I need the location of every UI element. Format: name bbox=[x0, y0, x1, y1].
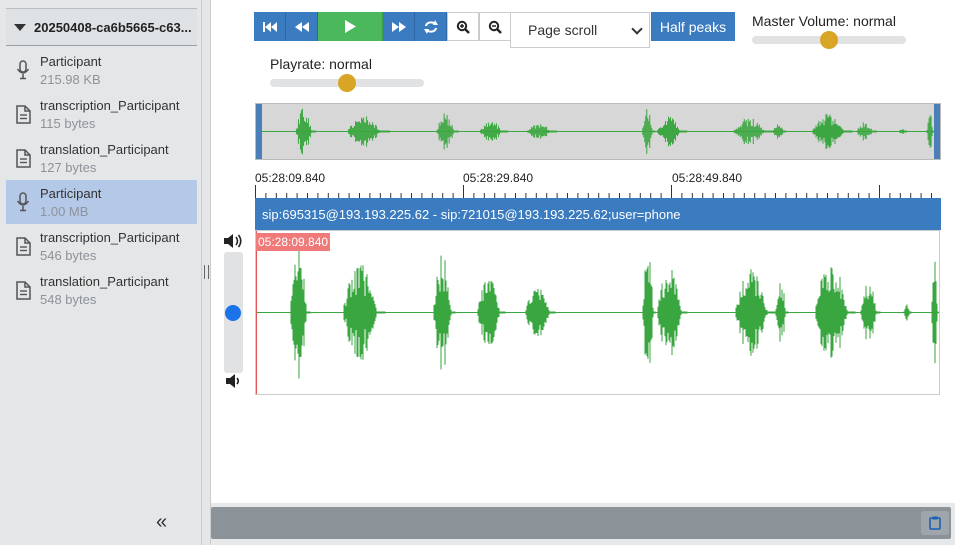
zoom-in-button[interactable] bbox=[447, 12, 479, 41]
playrate-label: Playrate: normal bbox=[270, 56, 372, 72]
file-sidebar: 20250408-ca6b5665-c63... Participant 215.… bbox=[0, 0, 202, 545]
splitter-grip-icon[interactable] bbox=[204, 265, 209, 279]
playhead-cursor[interactable] bbox=[256, 231, 257, 394]
master-volume-label: Master Volume: normal bbox=[752, 13, 896, 29]
fast-forward-icon bbox=[391, 21, 406, 32]
track-volume-handle[interactable] bbox=[225, 304, 241, 321]
chevron-down-icon bbox=[631, 23, 643, 35]
volume-down-icon[interactable] bbox=[226, 374, 242, 393]
track-title-bar: sip:695315@193.193.225.62 - sip:721015@1… bbox=[255, 198, 941, 230]
player-panel: Page scroll Half peaks Master Volume: no… bbox=[211, 0, 955, 503]
file-item[interactable]: transcription_Participant 115 bytes bbox=[6, 92, 197, 136]
scroll-mode-value: Page scroll bbox=[528, 22, 598, 38]
file-item-text: Participant 1.00 MB bbox=[40, 186, 101, 219]
track-title: sip:695315@193.193.225.62 - sip:721015@1… bbox=[262, 206, 681, 222]
panel-splitter[interactable] bbox=[202, 0, 211, 545]
file-name: translation_Participant bbox=[40, 141, 169, 157]
zoom-out-icon bbox=[488, 20, 502, 34]
file-size: 215.98 KB bbox=[40, 71, 101, 87]
file-size: 115 bytes bbox=[40, 115, 96, 131]
skip-back-icon bbox=[262, 21, 277, 32]
file-size: 1.00 MB bbox=[40, 203, 89, 219]
file-item[interactable]: Participant 1.00 MB bbox=[6, 180, 197, 224]
master-volume-handle[interactable] bbox=[820, 31, 838, 49]
file-item[interactable]: transcription_Participant 546 bytes bbox=[6, 224, 197, 268]
transport-toolbar bbox=[254, 12, 511, 41]
file-size: 548 bytes bbox=[40, 291, 97, 307]
overview-right-handle[interactable] bbox=[934, 104, 940, 159]
collapse-sidebar-icon[interactable]: « bbox=[156, 511, 167, 534]
file-item[interactable]: translation_Participant 548 bytes bbox=[6, 268, 197, 312]
caret-down-icon[interactable] bbox=[14, 23, 26, 31]
recording-title: 20250408-ca6b5665-c63... bbox=[34, 19, 192, 35]
clipboard-button[interactable] bbox=[921, 511, 949, 535]
microphone-icon bbox=[6, 192, 40, 212]
file-name: transcription_Participant bbox=[40, 97, 180, 113]
rewind-button[interactable] bbox=[286, 12, 318, 41]
document-icon bbox=[6, 236, 40, 256]
fast-forward-button[interactable] bbox=[383, 12, 415, 41]
file-item-text: translation_Participant 127 bytes bbox=[40, 142, 169, 175]
clipboard-icon bbox=[929, 516, 941, 530]
timeline-ticks bbox=[255, 185, 932, 198]
half-peaks-button[interactable]: Half peaks bbox=[651, 12, 735, 41]
file-item-text: Participant 215.98 KB bbox=[40, 54, 101, 87]
timeline-ruler: 05:28:09.840 05:28:29.840 05:28:49.840 bbox=[255, 168, 941, 198]
playrate-slider[interactable] bbox=[270, 74, 424, 92]
file-size: 546 bytes bbox=[40, 247, 97, 263]
document-icon bbox=[6, 104, 40, 124]
scroll-mode-select[interactable]: Page scroll bbox=[510, 12, 650, 48]
waveform bbox=[256, 246, 939, 379]
loop-button[interactable] bbox=[415, 12, 447, 41]
track-volume-slider[interactable] bbox=[224, 252, 243, 373]
file-item-text: transcription_Participant 115 bytes bbox=[40, 98, 179, 131]
document-icon bbox=[6, 280, 40, 300]
play-icon bbox=[345, 20, 356, 33]
file-item-text: transcription_Participant 546 bytes bbox=[40, 230, 179, 263]
loop-icon bbox=[423, 19, 438, 34]
file-name: Participant bbox=[40, 185, 102, 201]
recording-header[interactable]: 20250408-ca6b5665-c63... bbox=[6, 8, 197, 46]
file-name: transcription_Participant bbox=[40, 229, 180, 245]
playhead-time: 05:28:09.840 bbox=[256, 233, 331, 251]
overview-waveform bbox=[262, 108, 934, 155]
playrate-handle[interactable] bbox=[338, 74, 356, 92]
overview-minimap[interactable] bbox=[255, 103, 941, 160]
play-button[interactable] bbox=[318, 12, 383, 41]
rewind-icon bbox=[294, 21, 309, 32]
file-name: Participant bbox=[40, 53, 102, 69]
file-size: 127 bytes bbox=[40, 159, 97, 175]
file-item-text: translation_Participant 548 bytes bbox=[40, 274, 169, 307]
bottom-status-bar bbox=[211, 507, 951, 539]
microphone-icon bbox=[6, 60, 40, 80]
waveform-view[interactable]: 05:28:09.840 bbox=[255, 230, 940, 395]
document-icon bbox=[6, 148, 40, 168]
zoom-in-icon bbox=[456, 20, 470, 34]
skip-to-start-button[interactable] bbox=[254, 12, 286, 41]
volume-up-icon[interactable] bbox=[224, 233, 244, 254]
file-item[interactable]: translation_Participant 127 bytes bbox=[6, 136, 197, 180]
file-item[interactable]: Participant 215.98 KB bbox=[6, 48, 197, 92]
master-volume-slider[interactable] bbox=[752, 31, 906, 49]
zoom-out-button[interactable] bbox=[479, 12, 511, 41]
file-name: translation_Participant bbox=[40, 273, 169, 289]
